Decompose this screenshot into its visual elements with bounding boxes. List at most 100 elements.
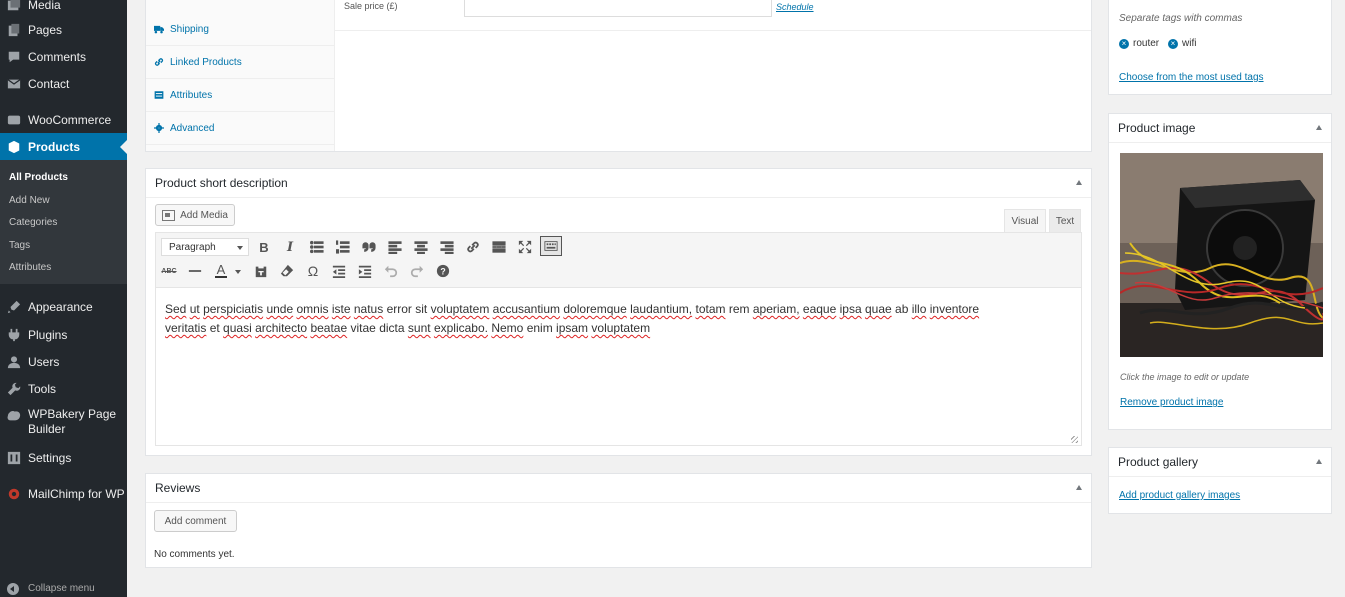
tag-wifi: × wifi: [1168, 38, 1196, 49]
sidebar-item-contact[interactable]: Contact: [0, 74, 127, 94]
format-select[interactable]: Paragraph: [161, 238, 249, 256]
chevron-down-icon: [237, 246, 243, 250]
sidebar-item-pages[interactable]: Pages: [0, 20, 127, 40]
product-image-header[interactable]: Product image: [1109, 114, 1331, 143]
gear-icon: [154, 123, 164, 133]
reviews-header[interactable]: Reviews: [146, 474, 1091, 503]
help-icon[interactable]: ?: [435, 263, 451, 279]
submenu-attributes[interactable]: Attributes: [9, 262, 51, 273]
tab-advanced[interactable]: Advanced: [146, 112, 334, 145]
add-comment-button[interactable]: Add comment: [154, 510, 237, 532]
bold-icon[interactable]: B: [256, 239, 272, 255]
editor-content-area[interactable]: Sed ut perspiciatis unde omnis iste natu…: [155, 287, 1082, 429]
add-media-button[interactable]: Add Media: [155, 204, 235, 226]
collapse-menu-button[interactable]: Collapse menu: [0, 580, 127, 597]
sidebar-item-wpbakery[interactable]: WPBakery Page Builder: [0, 407, 127, 439]
editor-word: doloremque: [563, 302, 627, 316]
editor-word: architecto: [255, 321, 308, 335]
editor-word: dicta: [379, 321, 405, 335]
editor-word: ipsam: [556, 321, 589, 335]
editor-word: veritatis: [165, 321, 207, 335]
paste-text-icon[interactable]: [253, 263, 269, 279]
tag-router: × router: [1119, 38, 1159, 49]
sidebar-item-tools[interactable]: Tools: [0, 379, 127, 399]
undo-icon[interactable]: [383, 263, 399, 279]
indent-icon[interactable]: [357, 263, 373, 279]
sidebar-item-comments[interactable]: Comments: [0, 47, 127, 67]
editor-word: eaque: [802, 302, 837, 316]
remove-tag-icon[interactable]: ×: [1168, 38, 1178, 49]
sidebar-item-plugins[interactable]: Plugins: [0, 325, 127, 345]
editor-word: perspiciatis: [203, 302, 264, 316]
text-color-dropdown-icon[interactable]: [235, 270, 241, 274]
italic-icon[interactable]: I: [282, 239, 298, 255]
toolbar-toggle-icon[interactable]: [540, 236, 562, 256]
sale-price-input[interactable]: [464, 0, 772, 17]
editor-word: rem: [728, 302, 750, 316]
sidebar-item-appearance[interactable]: Appearance: [0, 297, 127, 317]
schedule-link[interactable]: Schedule: [776, 2, 814, 12]
sidebar-item-woocommerce[interactable]: WooCommerce: [0, 110, 127, 130]
remove-product-image-link[interactable]: Remove product image: [1120, 397, 1223, 408]
collapse-toggle-icon[interactable]: [1316, 459, 1322, 464]
outdent-icon[interactable]: [331, 263, 347, 279]
editor-word: aperiam,: [752, 302, 800, 316]
redo-icon[interactable]: [409, 263, 425, 279]
bullet-list-icon[interactable]: [309, 239, 325, 255]
editor-word: inventore: [929, 302, 980, 316]
editor-word: illo: [911, 302, 927, 316]
insert-link-icon[interactable]: [465, 239, 481, 255]
tab-visual[interactable]: Visual: [1004, 209, 1046, 232]
text-color-icon[interactable]: A: [213, 263, 229, 279]
product-image-title: Product image: [1118, 121, 1196, 135]
truck-icon: [154, 24, 164, 34]
product-image[interactable]: [1120, 153, 1323, 357]
collapse-toggle-icon[interactable]: [1316, 125, 1322, 130]
read-more-icon[interactable]: [491, 239, 507, 255]
product-gallery-header[interactable]: Product gallery: [1109, 448, 1331, 477]
media-icon: [7, 0, 21, 12]
resize-handle-icon[interactable]: [1071, 436, 1078, 443]
sidebar-item-media[interactable]: Media: [0, 0, 127, 15]
editor-word: unde: [266, 302, 294, 316]
horizontal-line-icon[interactable]: [187, 263, 203, 279]
short-description-title: Product short description: [155, 176, 288, 190]
numbered-list-icon[interactable]: [335, 239, 351, 255]
submenu-categories[interactable]: Categories: [9, 217, 57, 228]
sidebar-item-mailchimp[interactable]: MailChimp for WP: [0, 484, 127, 504]
strikethrough-icon[interactable]: ABC: [161, 263, 177, 279]
editor-word: iste: [331, 302, 351, 316]
special-character-icon[interactable]: Ω: [305, 263, 321, 279]
editor-word: ut: [189, 302, 200, 316]
blockquote-icon[interactable]: [361, 239, 377, 255]
align-right-icon[interactable]: [439, 239, 455, 255]
editor-word: explicabo.: [433, 321, 488, 335]
appearance-icon: [7, 300, 21, 314]
editor-word: accusantium: [492, 302, 561, 316]
tab-attributes[interactable]: Attributes: [146, 79, 334, 112]
align-center-icon[interactable]: [413, 239, 429, 255]
short-description-header[interactable]: Product short description: [146, 169, 1091, 198]
tab-linked-products[interactable]: Linked Products: [146, 46, 334, 79]
sidebar-item-products[interactable]: Products: [0, 133, 127, 160]
tab-text[interactable]: Text: [1049, 209, 1081, 232]
product-data-tabs: Shipping Linked Products Attributes Adva…: [146, 0, 335, 151]
submenu-add-new[interactable]: Add New: [9, 195, 50, 206]
tab-shipping[interactable]: Shipping: [146, 13, 334, 46]
collapse-toggle-icon[interactable]: [1076, 485, 1082, 490]
collapse-toggle-icon[interactable]: [1076, 180, 1082, 185]
clear-formatting-icon[interactable]: [279, 263, 295, 279]
remove-tag-icon[interactable]: ×: [1119, 38, 1129, 49]
most-used-tags-link[interactable]: Choose from the most used tags: [1119, 72, 1264, 83]
submenu-all-products[interactable]: All Products: [9, 172, 68, 183]
add-gallery-images-link[interactable]: Add product gallery images: [1119, 490, 1240, 501]
sidebar-item-settings[interactable]: Settings: [0, 448, 127, 468]
editor-word: et: [209, 321, 220, 335]
editor-text-line-1: Sed ut perspiciatis unde omnis iste natu…: [165, 300, 979, 319]
submenu-tags[interactable]: Tags: [9, 240, 30, 251]
editor-word: totam: [695, 302, 726, 316]
sidebar-item-users[interactable]: Users: [0, 352, 127, 372]
align-left-icon[interactable]: [387, 239, 403, 255]
fullscreen-icon[interactable]: [517, 239, 533, 255]
editor-word: omnis: [296, 302, 329, 316]
